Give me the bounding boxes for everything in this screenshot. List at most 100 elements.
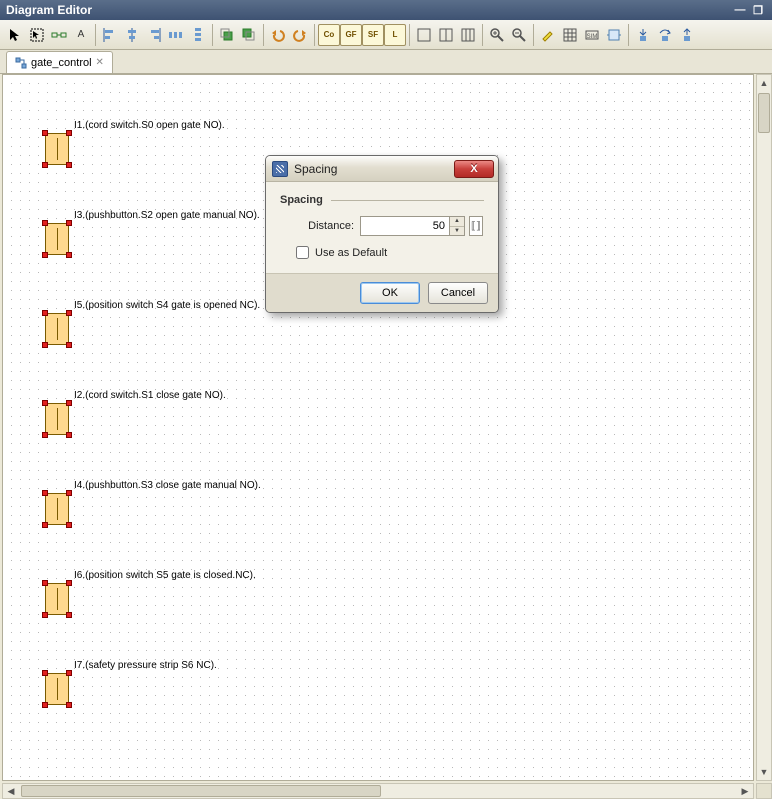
resize-handle[interactable] xyxy=(66,702,72,708)
resize-handle[interactable] xyxy=(42,702,48,708)
pointer-tool[interactable] xyxy=(4,24,26,46)
undo[interactable] xyxy=(267,24,289,46)
panel-2[interactable] xyxy=(435,24,457,46)
step-over[interactable] xyxy=(654,24,676,46)
resize-handle[interactable] xyxy=(42,310,48,316)
sim-settings[interactable]: SIM xyxy=(581,24,603,46)
align-left[interactable] xyxy=(99,24,121,46)
module[interactable] xyxy=(603,24,625,46)
unit-box[interactable]: ⟦⟧ xyxy=(469,216,483,236)
diagram-block-I4[interactable]: I4.(pushbutton.S3 close gate manual NO). xyxy=(45,493,69,525)
diagram-block-I7[interactable]: I7.(safety pressure strip S6 NC). xyxy=(45,673,69,705)
send-back[interactable] xyxy=(238,24,260,46)
bring-front[interactable] xyxy=(216,24,238,46)
panel-3[interactable] xyxy=(457,24,479,46)
distance-label: Distance: xyxy=(280,220,360,232)
tab-gate-control[interactable]: gate_control ✕ xyxy=(6,51,113,73)
step-in[interactable] xyxy=(632,24,654,46)
scroll-down-icon[interactable]: ▼ xyxy=(757,764,771,780)
resize-handle[interactable] xyxy=(42,612,48,618)
text-tool[interactable]: A xyxy=(70,24,92,46)
distance-spinner[interactable]: ▲ ▼ xyxy=(450,216,465,236)
resize-handle[interactable] xyxy=(66,220,72,226)
resize-handle[interactable] xyxy=(66,432,72,438)
resize-handle[interactable] xyxy=(66,490,72,496)
block-label: I2.(cord switch.S1 close gate NO). xyxy=(74,390,226,401)
resize-handle[interactable] xyxy=(42,490,48,496)
layer-l[interactable]: L xyxy=(384,24,406,46)
titlebar: Diagram Editor — ❐ xyxy=(0,0,772,20)
redo[interactable] xyxy=(289,24,311,46)
align-right[interactable] xyxy=(143,24,165,46)
distance-input[interactable] xyxy=(360,216,450,236)
block-label: I7.(safety pressure strip S6 NC). xyxy=(74,660,217,671)
resize-handle[interactable] xyxy=(66,522,72,528)
marquee-tool[interactable] xyxy=(26,24,48,46)
layer-co[interactable]: Co xyxy=(318,24,340,46)
scroll-thumb-v[interactable] xyxy=(758,93,770,133)
diagram-block-I3[interactable]: I3.(pushbutton.S2 open gate manual NO). xyxy=(45,223,69,255)
ok-button[interactable]: OK xyxy=(360,282,420,304)
resize-handle[interactable] xyxy=(42,220,48,226)
zoom-out[interactable] xyxy=(508,24,530,46)
layer-sf[interactable]: SF xyxy=(362,24,384,46)
scroll-up-icon[interactable]: ▲ xyxy=(757,75,771,91)
restore-button[interactable]: ❐ xyxy=(750,3,766,17)
block-label: I6.(position switch S5 gate is closed.NC… xyxy=(74,570,256,581)
diagram-block-I1[interactable]: I1.(cord switch.S0 open gate NO). xyxy=(45,133,69,165)
resize-handle[interactable] xyxy=(66,252,72,258)
grid-settings[interactable] xyxy=(559,24,581,46)
cancel-button[interactable]: Cancel xyxy=(428,282,488,304)
align-center[interactable] xyxy=(121,24,143,46)
highlight[interactable] xyxy=(537,24,559,46)
panel-1[interactable] xyxy=(413,24,435,46)
scroll-thumb-h[interactable] xyxy=(21,785,381,797)
resize-handle[interactable] xyxy=(42,522,48,528)
main-toolbar: A CoGFSFL SIM xyxy=(0,20,772,50)
spinner-down-icon[interactable]: ▼ xyxy=(450,227,464,236)
step-out[interactable] xyxy=(676,24,698,46)
block-label: I1.(cord switch.S0 open gate NO). xyxy=(74,120,225,131)
connect-tool[interactable] xyxy=(48,24,70,46)
dialog-title: Spacing xyxy=(294,162,454,176)
diagram-block-I5[interactable]: I5.(position switch S4 gate is opened NC… xyxy=(45,313,69,345)
resize-handle[interactable] xyxy=(42,252,48,258)
layer-gf[interactable]: GF xyxy=(340,24,362,46)
scroll-right-icon[interactable]: ▶ xyxy=(737,784,753,798)
zoom-in[interactable] xyxy=(486,24,508,46)
dialog-icon xyxy=(272,161,288,177)
vertical-scrollbar[interactable]: ▲ ▼ xyxy=(756,74,772,781)
resize-handle[interactable] xyxy=(66,400,72,406)
distribute-h[interactable] xyxy=(165,24,187,46)
dialog-close-button[interactable]: X xyxy=(454,160,494,178)
diagram-block-I2[interactable]: I2.(cord switch.S1 close gate NO). xyxy=(45,403,69,435)
distribute-v[interactable] xyxy=(187,24,209,46)
scroll-left-icon[interactable]: ◀ xyxy=(3,784,19,798)
resize-handle[interactable] xyxy=(42,130,48,136)
resize-handle[interactable] xyxy=(42,580,48,586)
spacing-dialog: Spacing X Spacing Distance: ▲ ▼ ⟦⟧ Use a… xyxy=(265,155,499,313)
resize-handle[interactable] xyxy=(42,670,48,676)
dialog-titlebar[interactable]: Spacing X xyxy=(266,156,498,182)
resize-handle[interactable] xyxy=(66,342,72,348)
svg-text:SIM: SIM xyxy=(587,34,598,40)
resize-handle[interactable] xyxy=(42,400,48,406)
resize-handle[interactable] xyxy=(42,432,48,438)
resize-handle[interactable] xyxy=(66,310,72,316)
use-default-label: Use as Default xyxy=(315,247,387,259)
minimize-button[interactable]: — xyxy=(732,3,748,17)
resize-handle[interactable] xyxy=(66,162,72,168)
use-default-checkbox[interactable] xyxy=(296,246,309,259)
resize-handle[interactable] xyxy=(66,612,72,618)
window-title: Diagram Editor xyxy=(6,3,92,17)
resize-handle[interactable] xyxy=(66,580,72,586)
close-icon[interactable]: ✕ xyxy=(96,57,104,68)
resize-handle[interactable] xyxy=(42,342,48,348)
resize-handle[interactable] xyxy=(66,670,72,676)
horizontal-scrollbar[interactable]: ◀ ▶ xyxy=(2,783,754,799)
diagram-block-I6[interactable]: I6.(position switch S5 gate is closed.NC… xyxy=(45,583,69,615)
resize-handle[interactable] xyxy=(42,162,48,168)
tab-bar: gate_control ✕ xyxy=(0,50,772,74)
spinner-up-icon[interactable]: ▲ xyxy=(450,217,464,227)
resize-handle[interactable] xyxy=(66,130,72,136)
